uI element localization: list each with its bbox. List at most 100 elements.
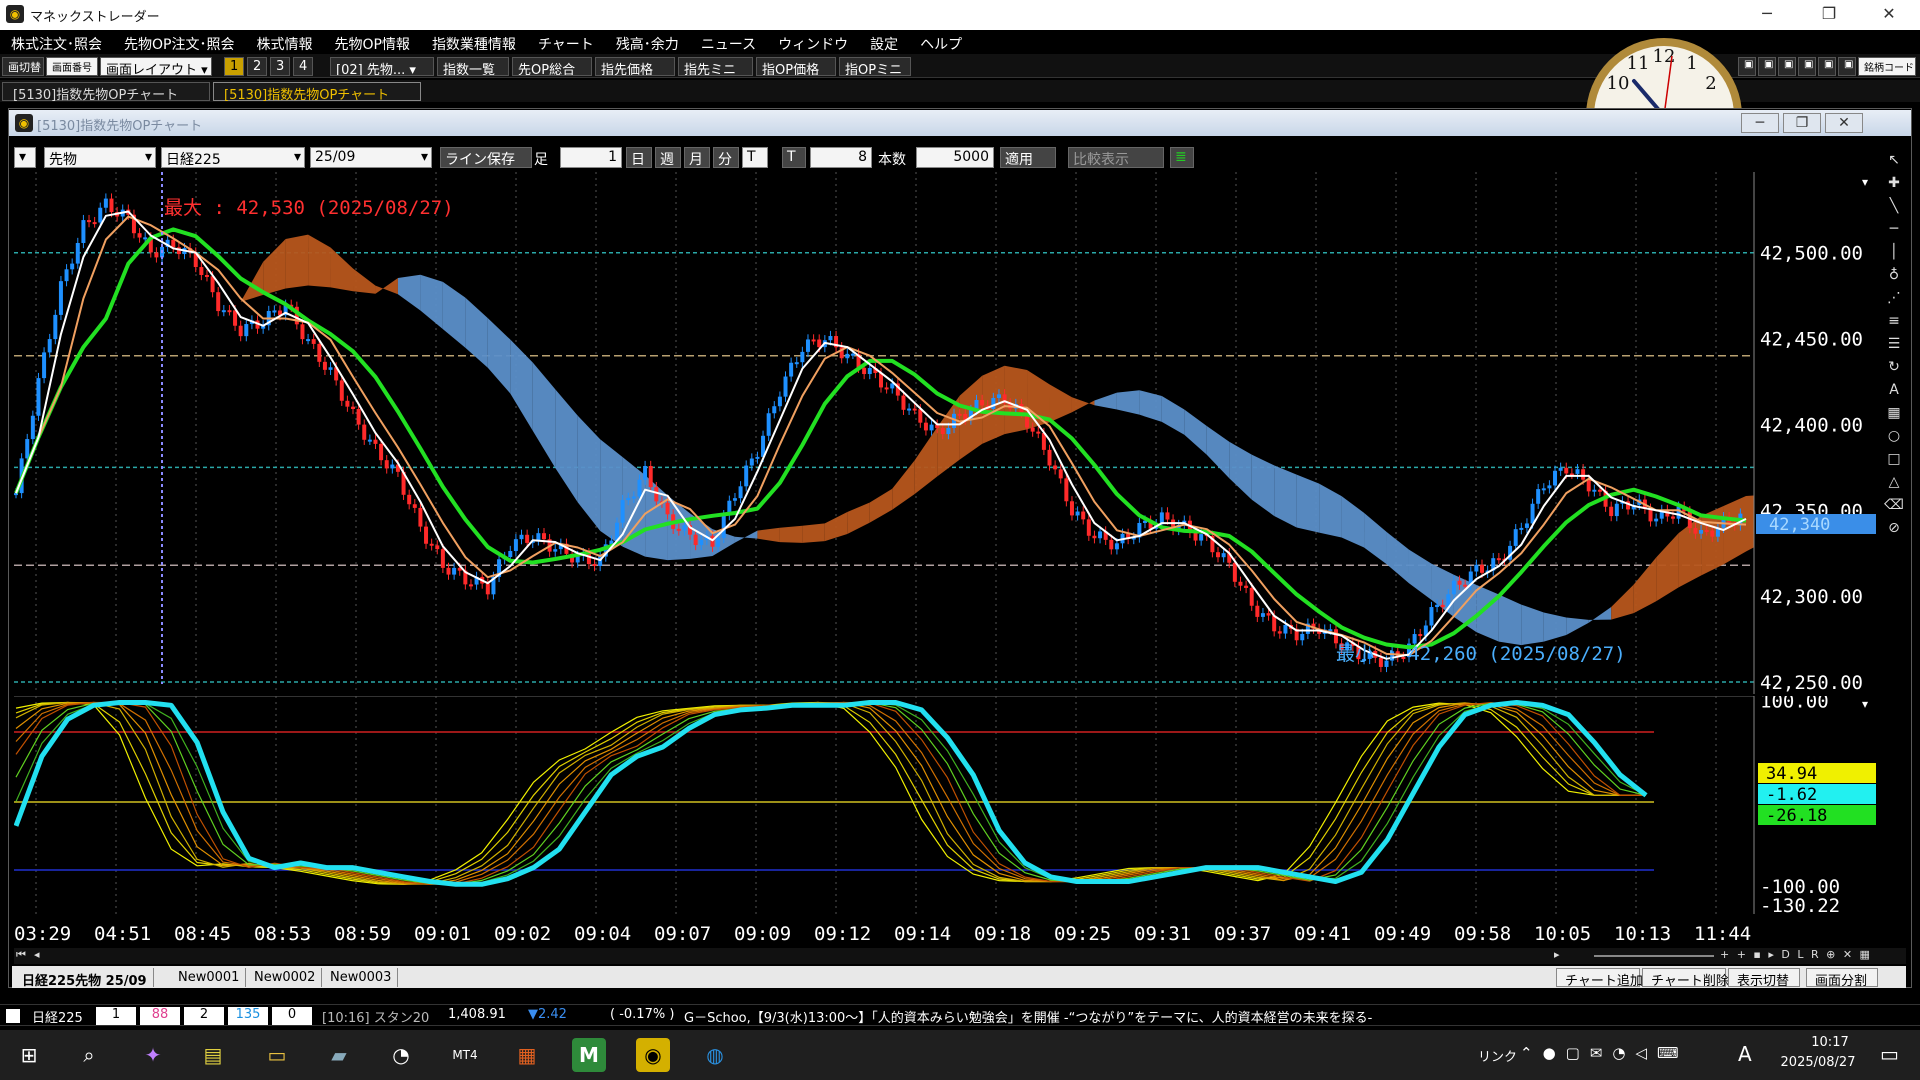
search-icon[interactable]: ⌕ [72, 1038, 106, 1072]
alert-tool-icon[interactable]: ♁ [1882, 267, 1906, 290]
instrument-type-select[interactable]: 先物 ▾ [44, 147, 156, 168]
notes-icon[interactable]: ▰ [322, 1038, 356, 1072]
indicator-icon[interactable]: ≣ [1170, 147, 1194, 168]
chart-scrollbar[interactable]: ⏮ ◂ ▸ + + ▪ ▸ D L R ⊕ ✕ ▦ [14, 948, 1906, 964]
cursor-tool-icon[interactable]: ↖ [1882, 152, 1906, 175]
vline-tool-icon[interactable]: │ [1882, 244, 1906, 267]
ticker-checkbox[interactable] [6, 1009, 20, 1023]
menu-settings[interactable]: 設定 [859, 30, 909, 54]
fan-tool-icon[interactable]: ⋰ [1882, 290, 1906, 313]
trading-app-icon[interactable]: ▦ [510, 1038, 544, 1072]
minimize-icon[interactable]: ─ [1752, 4, 1782, 23]
futures-mini-button[interactable]: 指先ミニ [678, 57, 753, 76]
menu-news[interactable]: ニュース [690, 30, 767, 54]
index-list-button[interactable]: 指数一覧 [437, 57, 509, 76]
monex-trader-icon[interactable]: ◉ [636, 1038, 670, 1072]
close-icon[interactable]: ✕ [1874, 4, 1904, 23]
preset-select[interactable]: [02] 先物... ▾ [330, 57, 434, 76]
copilot-icon[interactable]: ✦ [136, 1038, 170, 1072]
index-select[interactable]: 日経225 ▾ [161, 147, 305, 168]
menu-chart[interactable]: チャート [527, 30, 605, 54]
line-save-button[interactable]: ライン保存 [440, 147, 532, 168]
apply-button[interactable]: 適用 [1000, 147, 1056, 168]
tab-chart-2[interactable]: [5130]指数先物OPチャート [213, 82, 421, 103]
eraser-tool-icon[interactable]: ⌫ [1882, 497, 1906, 520]
rotate-tool-icon[interactable]: ↻ [1882, 359, 1906, 382]
tab-chart-1[interactable]: [5130]指数先物OPチャート [2, 82, 210, 103]
sheet-tab-new0003[interactable]: New0003 [324, 968, 399, 987]
tray-icons[interactable]: ⌃●▢✉◔◁⌨ [1520, 1044, 1689, 1062]
mt4-icon[interactable]: MT4 [448, 1038, 482, 1072]
rect-tool-icon[interactable]: □ [1882, 451, 1906, 474]
start-icon[interactable]: ⊞ [12, 1038, 46, 1072]
page-1-button[interactable]: 1 [224, 57, 244, 76]
notification-icon[interactable]: ▭ [1880, 1042, 1899, 1066]
price-chart-menu-icon[interactable]: ▾ [1862, 175, 1868, 189]
window-minimize-icon[interactable]: ─ [1741, 113, 1779, 133]
ticker-news[interactable]: G－Schoo,【9/3(水)13:00～】「人的資本みらい勉強会」を開催 -“… [680, 1007, 1880, 1025]
page-2-button[interactable]: 2 [247, 57, 267, 76]
menu-futures-order[interactable]: 先物OP注文･照会 [113, 30, 245, 54]
menu-stock-order[interactable]: 株式注文･照会 [0, 30, 113, 54]
contract-month-select[interactable]: 25/09 ▾ [310, 147, 432, 168]
scroll-left-icon[interactable]: ◂ [34, 948, 40, 961]
menu-help[interactable]: ヘルプ [909, 30, 973, 54]
tool-icon-5[interactable]: ▣ [1818, 57, 1836, 76]
menu-balance[interactable]: 残高･余力 [605, 30, 690, 54]
zoom-tools[interactable]: + + ▪ ▸ D L R ⊕ ✕ ▦ [1720, 948, 1872, 961]
zoom-slider[interactable] [1594, 955, 1714, 957]
tool-icon-2[interactable]: ▣ [1758, 57, 1776, 76]
crosshair-tool-icon[interactable]: ✚ [1882, 175, 1906, 198]
period-month-button[interactable]: 月 [684, 147, 710, 168]
hline-tool-icon[interactable]: ─ [1882, 221, 1906, 244]
add-chart-button[interactable]: チャート追加 [1556, 968, 1643, 989]
period-tick-button[interactable]: T [742, 147, 768, 168]
period-week-button[interactable]: 週 [655, 147, 681, 168]
op-mini-button[interactable]: 指OPミニ [839, 57, 911, 76]
grid-tool-icon[interactable]: ▦ [1882, 405, 1906, 428]
screen-switch-button[interactable]: 画切替 [2, 57, 44, 76]
ellipse-tool-icon[interactable]: ○ [1882, 428, 1906, 451]
trendline-tool-icon[interactable]: ╲ [1882, 198, 1906, 221]
explorer-icon[interactable]: ▭ [260, 1038, 294, 1072]
menu-futures-info[interactable]: 先物OP情報 [323, 30, 420, 54]
tick-value-input[interactable]: 8 [810, 147, 872, 168]
taskbar-time[interactable]: 10:17 [1790, 1035, 1870, 1050]
sheet-tab-new0001[interactable]: New0001 [172, 968, 247, 987]
oscillator-chart[interactable]: 100.00-100.00-130.22 34.94 -1.62 -26.18 … [14, 696, 1879, 914]
m-app-icon[interactable]: M [572, 1038, 606, 1072]
edge-icon[interactable]: ◍ [698, 1038, 732, 1072]
page-3-button[interactable]: 3 [270, 57, 290, 76]
chart-menu-dropdown[interactable]: ▾ [14, 147, 36, 168]
period-minute-button[interactable]: 分 [713, 147, 739, 168]
scroll-first-icon[interactable]: ⏮ [16, 948, 26, 962]
op-summary-button[interactable]: 先OP総合 [512, 57, 592, 76]
tool-icon-3[interactable]: ▣ [1778, 57, 1796, 76]
triangle-tool-icon[interactable]: △ [1882, 474, 1906, 497]
count-value-input[interactable]: 5000 [916, 147, 994, 168]
osc-chart-menu-icon[interactable]: ▾ [1862, 697, 1868, 711]
widgets-icon[interactable]: ▤ [196, 1038, 230, 1072]
op-price-button[interactable]: 指OP価格 [756, 57, 836, 76]
split-screen-button[interactable]: 画面分割 [1806, 968, 1878, 989]
tool-icon-6[interactable]: ▣ [1838, 57, 1856, 76]
compare-button[interactable]: 比較表示 [1068, 147, 1164, 168]
channel-tool-icon[interactable]: ≡ [1882, 313, 1906, 336]
fib-tool-icon[interactable]: ☰ [1882, 336, 1906, 359]
sheet-tab-main[interactable]: 日経225先物 25/09 [16, 968, 154, 989]
erase-all-tool-icon[interactable]: ⊘ [1882, 520, 1906, 543]
tray-link-label[interactable]: リンク [1478, 1046, 1517, 1065]
price-chart[interactable]: 最大 : 42,530 (2025/08/27) 最小 : 42,260 (20… [14, 172, 1879, 694]
delete-chart-button[interactable]: チャート削除 [1642, 968, 1729, 989]
ime-indicator[interactable]: A [1738, 1042, 1752, 1066]
menu-window[interactable]: ウィンドウ [767, 30, 859, 54]
period-day-button[interactable]: 日 [626, 147, 652, 168]
foot-value-input[interactable]: 1 [560, 147, 622, 168]
menu-stock-info[interactable]: 株式情報 [245, 30, 323, 54]
sheet-tab-new0002[interactable]: New0002 [248, 968, 323, 987]
futures-price-button[interactable]: 指先価格 [595, 57, 675, 76]
clock-app-icon[interactable]: ◔ [384, 1038, 418, 1072]
window-close-icon[interactable]: ✕ [1825, 113, 1863, 133]
window-restore-icon[interactable]: ❐ [1783, 113, 1821, 133]
tool-icon-4[interactable]: ▣ [1798, 57, 1816, 76]
